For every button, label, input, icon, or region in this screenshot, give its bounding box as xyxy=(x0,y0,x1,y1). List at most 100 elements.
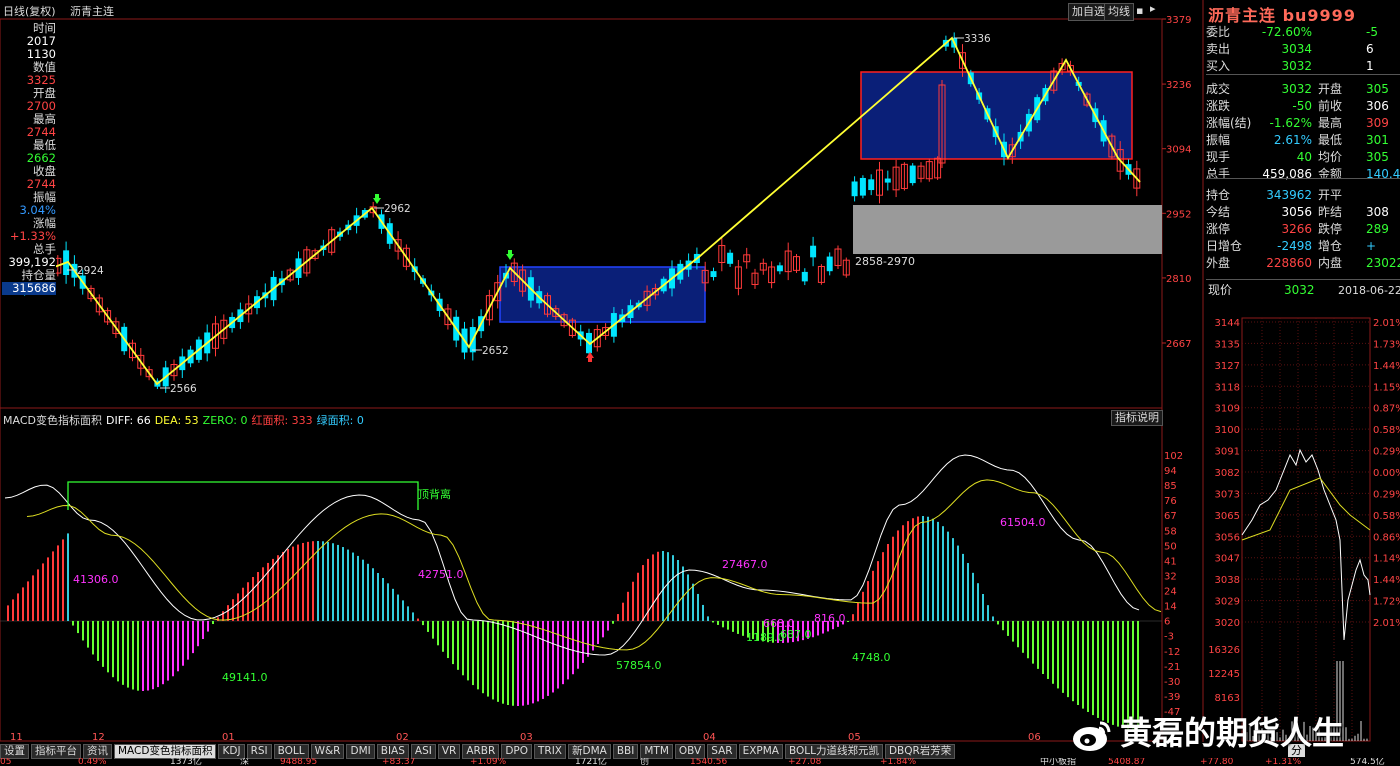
status-item: 1373亿 xyxy=(170,758,202,766)
quote-row: 买入 3032 1 xyxy=(1206,58,1400,75)
macd-area-label: 49141.0 xyxy=(222,671,268,684)
status-item: +27.08 xyxy=(788,758,822,766)
indicator-tab[interactable]: DPO xyxy=(501,744,532,759)
indicator-tab[interactable]: MTM xyxy=(640,744,673,759)
status-item: 深 xyxy=(240,758,250,766)
indicator-tab[interactable]: 新DMA xyxy=(568,744,611,759)
intraday-axis-left: 3091 xyxy=(1215,447,1240,458)
status-item: +1.84% xyxy=(880,758,917,766)
quote-label: 卖出 xyxy=(1206,42,1231,56)
macd-histogram xyxy=(7,516,1139,731)
indicator-tab[interactable]: BOLL xyxy=(273,744,309,759)
intraday-axis-right: 0.58% xyxy=(1373,511,1400,522)
macd-axis-label: -30 xyxy=(1164,677,1180,688)
macd-dea: DEA: 53 xyxy=(154,414,199,427)
minimize-icon[interactable]: ▪ xyxy=(1136,4,1143,17)
quote-label: 成交 xyxy=(1206,82,1231,96)
quote-value-2: 306 xyxy=(1366,99,1389,113)
quote-row: 涨停 3266 跌停 289 xyxy=(1206,221,1400,238)
indicator-tab[interactable]: BIAS xyxy=(376,744,409,759)
kline-chart[interactable]: 33793236309429522810266711 12 01 02 03 04 05 06… xyxy=(0,0,1400,766)
intraday-axis-left: 3038 xyxy=(1215,575,1240,586)
macd-area-label: 41306.0 xyxy=(73,573,119,586)
macd-axis-label: -3 xyxy=(1164,632,1174,643)
intraday-axis-right: 1.15% xyxy=(1373,382,1400,393)
quote-value: -50 xyxy=(1292,99,1312,113)
price-axis-label: 3236 xyxy=(1166,80,1191,91)
indicator-tab[interactable]: VR xyxy=(437,744,461,759)
macd-axis-label: 50 xyxy=(1164,541,1177,552)
quote-date: 2018-06-22,五 xyxy=(1338,284,1400,297)
status-item: 创 xyxy=(640,758,650,766)
indicator-tab[interactable]: ASI xyxy=(410,744,436,759)
intraday-axis-right: 1.44% xyxy=(1373,575,1400,586)
status-item: 0.49% xyxy=(78,758,107,766)
macd-axis-label: 58 xyxy=(1164,526,1177,537)
quote-row: 涨幅(结) -1.62% 最高 309 xyxy=(1206,115,1400,132)
status-item: +83.37 xyxy=(382,758,416,766)
moving-average-button[interactable]: 均线 xyxy=(1104,3,1134,21)
price-axis-label: 2810 xyxy=(1166,274,1191,285)
quote-value: -2498 xyxy=(1277,239,1312,253)
macd-header: MACD变色指标面积 DIFF: 66 DEA: 53 ZERO: 0 红面积: 333… xyxy=(3,412,368,428)
intraday-axis-right: 0.86% xyxy=(1373,532,1400,543)
indicator-tab[interactable]: DBQR岩芳荣 xyxy=(884,744,956,759)
indicator-tab[interactable]: ARBR xyxy=(462,744,500,759)
price-axis-label: 2667 xyxy=(1166,339,1191,350)
indicator-tab[interactable]: KDJ xyxy=(218,744,245,759)
period-label[interactable]: 日线(复权) xyxy=(3,3,56,19)
quote-label-2: 增仓 xyxy=(1318,239,1343,253)
candle-down xyxy=(851,181,858,197)
price-axis-label: 2952 xyxy=(1166,209,1191,220)
intraday-frame xyxy=(1241,317,1371,742)
expand-icon[interactable]: ▸ xyxy=(1150,2,1156,15)
status-item: +77.80 xyxy=(1200,758,1234,766)
down-arrow-stem xyxy=(508,250,512,255)
quote-row: 总手 459,086 金额 140.4亿 xyxy=(1206,166,1400,183)
intraday-axis-left: 3065 xyxy=(1215,511,1240,522)
macd-axis-label: 14 xyxy=(1164,602,1177,613)
indicator-tab[interactable]: 指标平台 xyxy=(31,744,81,759)
status-bar: 05 0.49% 1373亿 深 9488.95 +83.37 +1.09% 1721亿 创 15… xyxy=(0,758,1400,766)
indicator-tab[interactable]: 设置 xyxy=(0,744,29,759)
watermark: 黄磊的期货人生 xyxy=(1070,708,1345,752)
intraday-axis-left: 3144 xyxy=(1215,318,1240,329)
indicator-tab[interactable]: BOLL力道线郑元凯 xyxy=(784,744,883,759)
macd-axis-label: -39 xyxy=(1164,692,1180,703)
indicator-tab[interactable]: OBV xyxy=(674,744,706,759)
status-item: 574.5亿 xyxy=(1350,758,1385,766)
watermark-text: 黄磊的期货人生 xyxy=(1120,714,1345,752)
indicator-tab[interactable]: DMI xyxy=(346,744,375,759)
quote-label: 买入 xyxy=(1206,59,1231,73)
indicator-tab[interactable]: MACD变色指标面积 xyxy=(114,744,217,759)
quote-label: 持仓 xyxy=(1206,188,1231,202)
intraday-axis-right: 2.01% xyxy=(1373,318,1400,329)
indicator-tab[interactable]: RSI xyxy=(246,744,272,759)
indicator-tab[interactable]: SAR xyxy=(707,744,737,759)
indicator-tab[interactable]: W&R xyxy=(310,744,345,759)
indicator-tab[interactable]: TRIX xyxy=(534,744,566,759)
quote-value-2: 289 xyxy=(1366,222,1389,236)
macd-area-label: 687.0 xyxy=(780,628,812,641)
indicator-tab[interactable]: EXPMA xyxy=(738,744,783,759)
intraday-axis-right: 0.58% xyxy=(1373,425,1400,436)
add-favorite-button[interactable]: 加自选 xyxy=(1068,3,1109,21)
last-price-row: 现价 3032 2018-06-22,五 xyxy=(1206,282,1400,299)
quote-label-2: 开盘 xyxy=(1318,82,1343,96)
quote-row: 卖出 3034 6 xyxy=(1206,41,1400,58)
indicator-tab[interactable]: 资讯 xyxy=(83,744,112,759)
quote-value-2: 23022 xyxy=(1366,256,1400,270)
macd-title[interactable]: MACD变色指标面积 xyxy=(3,414,102,427)
quote-label-2: 跌停 xyxy=(1318,222,1343,236)
indicator-tab[interactable]: BBI xyxy=(612,744,639,759)
status-item: +1.09% xyxy=(470,758,507,766)
indicator-explain-button[interactable]: 指标说明 xyxy=(1111,410,1163,426)
quote-separator xyxy=(1206,74,1400,75)
macd-area-label: 816.0 xyxy=(814,612,846,625)
zigzag-label: 2566 xyxy=(170,383,197,395)
quote-label: 现手 xyxy=(1206,150,1231,164)
quote-row: 持仓 343962 开平 xyxy=(1206,187,1400,204)
status-item: 中小板指 xyxy=(1040,758,1077,766)
quote-row: 外盘 228860 内盘 23022 xyxy=(1206,255,1400,272)
macd-red-area: 红面积: 333 xyxy=(251,414,313,427)
